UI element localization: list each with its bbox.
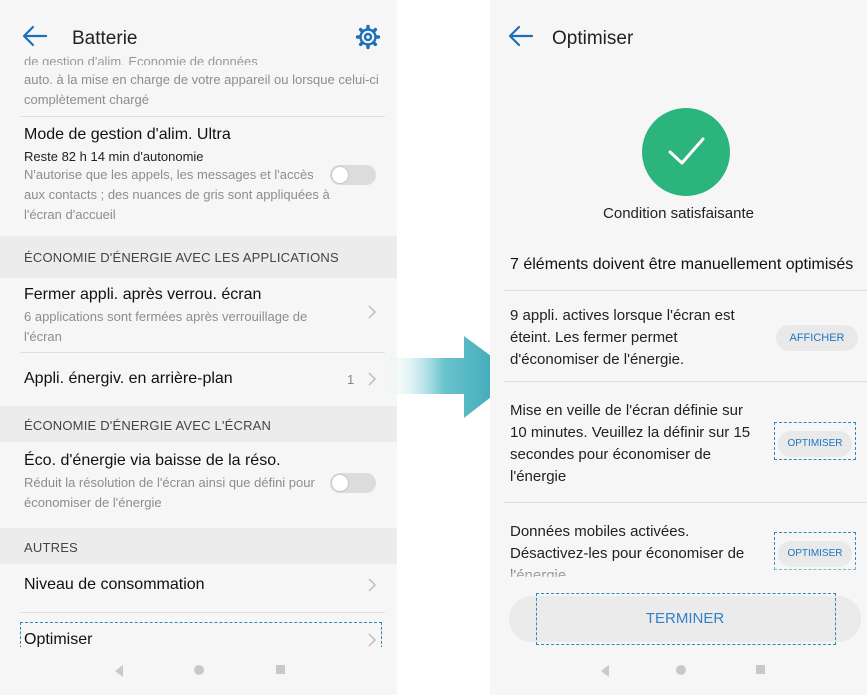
status-check-badge: [642, 108, 730, 196]
system-nav-bar: [0, 647, 397, 695]
recommendation-text: 9 appli. actives lorsque l'écran est éte…: [510, 307, 735, 368]
resolution-saving-description: Réduit la résolution de l'écran ainsi qu…: [24, 475, 315, 510]
chevron-right-icon: [368, 578, 377, 592]
resolution-saving-title: Éco. d'énergie via baisse de la réso.: [24, 452, 281, 469]
recommendation-text: Mise en veille de l'écran définie sur 10…: [510, 402, 751, 485]
show-button[interactable]: AFFICHER: [776, 325, 858, 351]
nav-recent-icon[interactable]: [276, 665, 285, 674]
resolution-saving-item[interactable]: Éco. d'énergie via baisse de la réso. Ré…: [24, 452, 337, 513]
nav-back-icon[interactable]: [598, 664, 612, 678]
status-text: Condition satisfaisante: [603, 205, 754, 222]
divider: [20, 116, 385, 117]
ultra-mode-description: N'autorise que les appels, les messages …: [24, 167, 330, 222]
battery-screen: Batterie de gestion d'alim. Économie de …: [0, 0, 397, 695]
close-apps-item[interactable]: Fermer appli. après verrou. écran 6 appl…: [24, 286, 337, 347]
system-nav-bar: [490, 647, 867, 695]
category-screen: ÉCONOMIE D'ÉNERGIE AVEC L'ÉCRAN: [24, 418, 272, 433]
manual-items-header: 7 éléments doivent être manuellement opt…: [510, 256, 854, 273]
divider: [20, 612, 385, 613]
chevron-right-icon: [368, 305, 377, 319]
nav-home-icon[interactable]: [676, 665, 686, 675]
nav-home-icon[interactable]: [194, 665, 204, 675]
background-apps-item[interactable]: Appli. énergiv. en arrière-plan: [24, 370, 383, 388]
consumption-level-item[interactable]: Niveau de consommation: [24, 576, 383, 594]
close-apps-title: Fermer appli. après verrou. écran: [24, 286, 262, 303]
category-other: AUTRES: [24, 540, 78, 555]
category-apps: ÉCONOMIE D'ÉNERGIE AVEC LES APPLICATIONS: [24, 250, 339, 265]
nav-back-icon[interactable]: [112, 664, 126, 678]
check-icon: [668, 137, 705, 165]
page-title: Batterie: [72, 28, 138, 49]
resolution-saving-toggle[interactable]: [330, 473, 376, 493]
background-apps-count: 1: [347, 372, 355, 387]
back-arrow-icon[interactable]: [20, 22, 50, 50]
intro-description: auto. à la mise en charge de votre appar…: [24, 72, 379, 107]
divider: [20, 352, 385, 353]
ultra-mode-toggle[interactable]: [330, 165, 376, 185]
ultra-mode-item[interactable]: Mode de gestion d'alim. Ultra Reste 82 h…: [24, 126, 337, 225]
optimize-app-bar: Optimiser: [490, 0, 867, 70]
ultra-mode-title: Mode de gestion d'alim. Ultra: [24, 126, 231, 143]
back-arrow-icon[interactable]: [506, 22, 536, 50]
close-apps-description: 6 applications sont fermées après verrou…: [24, 309, 308, 344]
divider: [504, 290, 867, 291]
finish-highlight: [536, 593, 836, 645]
scroll-fade: [490, 560, 867, 584]
chevron-right-icon: [368, 372, 377, 386]
optimize-screen: Optimiser Condition satisfaisante 7 élém…: [490, 0, 867, 695]
toggle-knob: [331, 166, 349, 184]
optimize-button-highlight: [774, 422, 856, 460]
divider: [504, 381, 867, 382]
divider: [504, 502, 867, 503]
nav-recent-icon[interactable]: [756, 665, 765, 674]
gear-icon[interactable]: [355, 24, 381, 50]
ultra-mode-remaining: Reste 82 h 14 min d'autonomie: [24, 149, 204, 164]
page-title: Optimiser: [552, 28, 634, 49]
toggle-knob: [331, 474, 349, 492]
scrolled-text-fragment: de gestion d'alim. Économie de données: [24, 56, 258, 65]
